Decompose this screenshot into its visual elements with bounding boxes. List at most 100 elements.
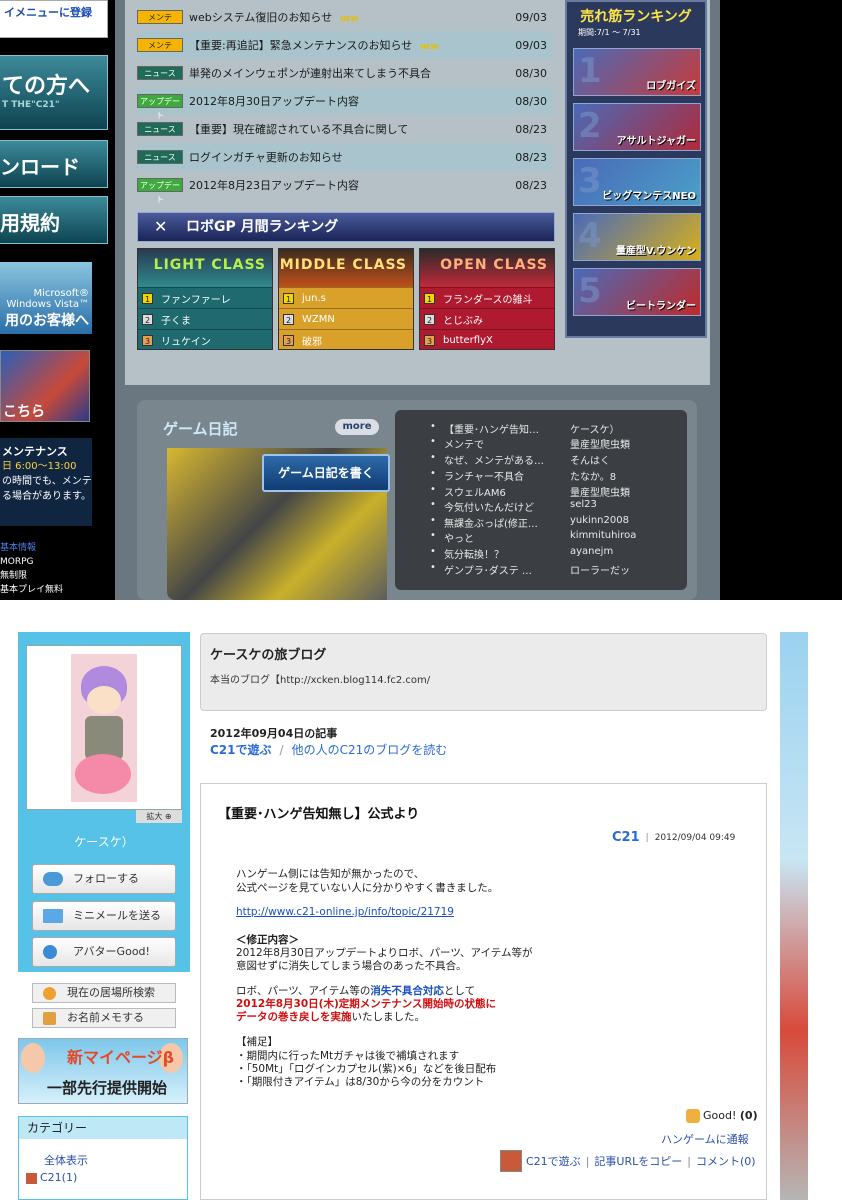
news-tag: アップデート	[137, 94, 183, 120]
follow-icon	[43, 872, 63, 886]
zoom-button[interactable]: 拡大 ⊕	[136, 810, 182, 823]
new-badge: NEW	[420, 43, 439, 51]
rank-row[interactable]: 3 butterflyX	[420, 329, 554, 350]
diary-entry[interactable]: • ゲンプラ･ダステ … ローラーだッ	[430, 562, 670, 577]
best-seller-item[interactable]: 5 ビートランダー	[573, 268, 701, 316]
diary-entry[interactable]: • スウェルAM6 量産型爬虫類	[430, 484, 670, 499]
blog-description: 本当のブログ【http://xcken.blog114.fc2.com/	[210, 675, 431, 686]
copy-url-link[interactable]: 記事URLをコピー	[594, 1153, 682, 1169]
news-title: 【重要】現在確認されている不具合に関して	[189, 121, 507, 137]
rank-2-icon: 2	[283, 313, 294, 325]
footer-play-c21-link[interactable]: C21で遊ぶ	[526, 1153, 581, 1169]
rank-row[interactable]: 2 WZMN	[279, 308, 413, 329]
newcomers-sub-label: T THE"C21"	[2, 100, 60, 110]
newcomers-button[interactable]: ての方へ T THE"C21"	[0, 55, 108, 130]
avatar-pet	[75, 754, 131, 794]
comment-link[interactable]: コメント(0)	[696, 1153, 756, 1169]
news-row[interactable]: メンテ 【重要:再追記】緊急メンテナンスのお知らせ NEW 09/03	[137, 31, 553, 59]
campaign-banner[interactable]: こちら	[0, 350, 90, 422]
name-memo-label: お名前メモする	[67, 1011, 144, 1024]
rank-row[interactable]: 2 子くま	[138, 308, 272, 329]
avatar[interactable]	[71, 654, 137, 802]
best-seller-item[interactable]: 4 量産型V.ウンケン	[573, 213, 701, 261]
article-date-heading: 2012年09月04日の記事	[210, 727, 338, 740]
news-row[interactable]: ニュース ログインガチャ更新のお知らせ 08/23	[137, 143, 553, 171]
news-title-text: 【重要:再追記】緊急メンテナンスのお知らせ	[189, 39, 413, 52]
follow-button[interactable]: フォローする	[32, 864, 176, 894]
rank-row[interactable]: 1 jun.s	[279, 287, 413, 308]
article-footer: C21で遊ぶ | 記事URLをコピー | コメント(0)	[500, 1150, 756, 1172]
news-row[interactable]: アップデート 2012年8月30日アップデート内容 08/30	[137, 87, 553, 120]
download-button[interactable]: ンロード	[0, 140, 108, 188]
news-row[interactable]: メンテ webシステム復旧のお知らせ NEW 09/03	[137, 3, 553, 31]
rank-row[interactable]: 2 とじぶみ	[420, 308, 554, 329]
terms-button[interactable]: 用規約	[0, 196, 108, 244]
diary-entry[interactable]: • 無課金ぶっぱ(修正… yukinn2008	[430, 515, 670, 530]
diary-entry-user: 量産型爬虫類	[570, 488, 630, 499]
location-search-button[interactable]: 現在の居場所検索	[32, 983, 176, 1003]
vista-banner[interactable]: Microsoft® Windows Vista™ 用のお客様へ	[0, 262, 92, 334]
news-date: 08/23	[515, 150, 547, 164]
body-emphasis-red: データの巻き戻しを実施	[236, 1011, 352, 1023]
info-genre: MORPG	[0, 557, 34, 567]
name-memo-button[interactable]: お名前メモする	[32, 1008, 176, 1028]
vista-line2: Windows Vista™	[6, 299, 89, 310]
rank-row[interactable]: 3 リュケイン	[138, 329, 272, 350]
diary-entry[interactable]: • やっと kimmituhiroa	[430, 530, 670, 545]
news-row[interactable]: ニュース 単発のメインウェポンが連射出来てしまう不具合 08/30	[137, 59, 553, 87]
more-button[interactable]: more	[335, 419, 379, 435]
c21-icon	[26, 1172, 37, 1184]
diary-entry[interactable]: • メンテで 量産型爬虫類	[430, 436, 670, 451]
diary-entry[interactable]: • 【重要･ハンゲ告知… ケースケ）	[430, 421, 670, 436]
news-date: 08/23	[515, 178, 547, 192]
play-c21-link[interactable]: C21で遊ぶ	[210, 743, 272, 757]
info-title: 基本情報	[0, 543, 37, 553]
meta-separator: |	[645, 832, 649, 843]
diary-entry[interactable]: • 今気付いたんだけど sel23	[430, 499, 670, 514]
rank-1-icon: 1	[283, 292, 294, 304]
send-minimail-button[interactable]: ミニメールを送る	[32, 901, 176, 931]
category-c21-link[interactable]: C21(1)	[26, 1171, 77, 1184]
banner-line2: 一部先行提供開始	[47, 1079, 168, 1097]
diary-entry[interactable]: • なぜ、メンテがある… そんはく	[430, 452, 670, 467]
news-row[interactable]: ニュース 【重要】現在確認されている不具合に関して 08/23	[137, 115, 553, 143]
news-title: 単発のメインウェポンが連射出来てしまう不具合	[189, 65, 507, 81]
report-link[interactable]: ハンゲームに通報	[661, 1131, 749, 1147]
news-date: 08/23	[515, 122, 547, 136]
diary-entry[interactable]: • ランチャー不具合 たなか。8	[430, 468, 670, 483]
terms-label: 用規約	[0, 211, 60, 235]
best-seller-item[interactable]: 3 ビッグマンテスNEO	[573, 158, 701, 206]
memo-icon	[43, 1012, 56, 1025]
rank-row[interactable]: 3 破邪	[279, 329, 413, 350]
article-game-link[interactable]: C21	[612, 830, 640, 845]
official-topic-link[interactable]: http://www.c21-online.jp/info/topic/2171…	[236, 906, 454, 918]
diary-entry-title: 今気付いたんだけど	[444, 503, 534, 514]
category-all-link[interactable]: 全体表示	[44, 1152, 88, 1168]
other-blogs-link[interactable]: 他の人のC21のブログを読む	[292, 743, 448, 757]
rank-row[interactable]: 1 フランダースの雑斗	[420, 287, 554, 308]
news-tag: メンテ	[137, 10, 183, 24]
diary-entry-user: たなか。8	[570, 472, 617, 483]
best-seller-item[interactable]: 2 アサルトジャガー	[573, 103, 701, 151]
avatar-good-button[interactable]: アバターGood!	[32, 937, 176, 967]
good-button[interactable]: Good! (0)	[686, 1109, 758, 1123]
news-title: 2012年8月23日アップデート内容	[189, 177, 507, 193]
write-diary-button[interactable]: ゲーム日記を書く	[262, 454, 390, 492]
banner-character	[21, 1043, 45, 1073]
rank-3-icon: 3	[142, 334, 153, 346]
news-title-text: webシステム復旧のお知らせ	[189, 11, 333, 24]
body-text: いたしました。	[351, 1011, 426, 1023]
info-price: 基本プレイ無料	[0, 585, 64, 595]
rank-row[interactable]: 1 ファンファーレ	[138, 287, 272, 308]
rank-1-icon: 1	[142, 292, 153, 304]
best-seller-item[interactable]: 1 ロブガイズ	[573, 48, 701, 96]
new-mypage-banner[interactable]: 新マイページβ 一部先行提供開始	[18, 1038, 188, 1104]
register-menu-link[interactable]: イメニューに登録	[0, 0, 108, 38]
news-row[interactable]: アップデート 2012年8月23日アップデート内容 08/23	[137, 171, 553, 204]
info-limit: 無制限	[0, 571, 28, 581]
news-title-text: 2012年8月23日アップデート内容	[189, 179, 359, 192]
news-title-text: 単発のメインウェポンが連射出来てしまう不具合	[189, 67, 431, 80]
news-title: 2012年8月30日アップデート内容	[189, 93, 507, 109]
diary-entry-title: ランチャー不具合	[444, 472, 524, 483]
diary-entry[interactable]: • 気分転換！？ ayanejm	[430, 546, 670, 561]
